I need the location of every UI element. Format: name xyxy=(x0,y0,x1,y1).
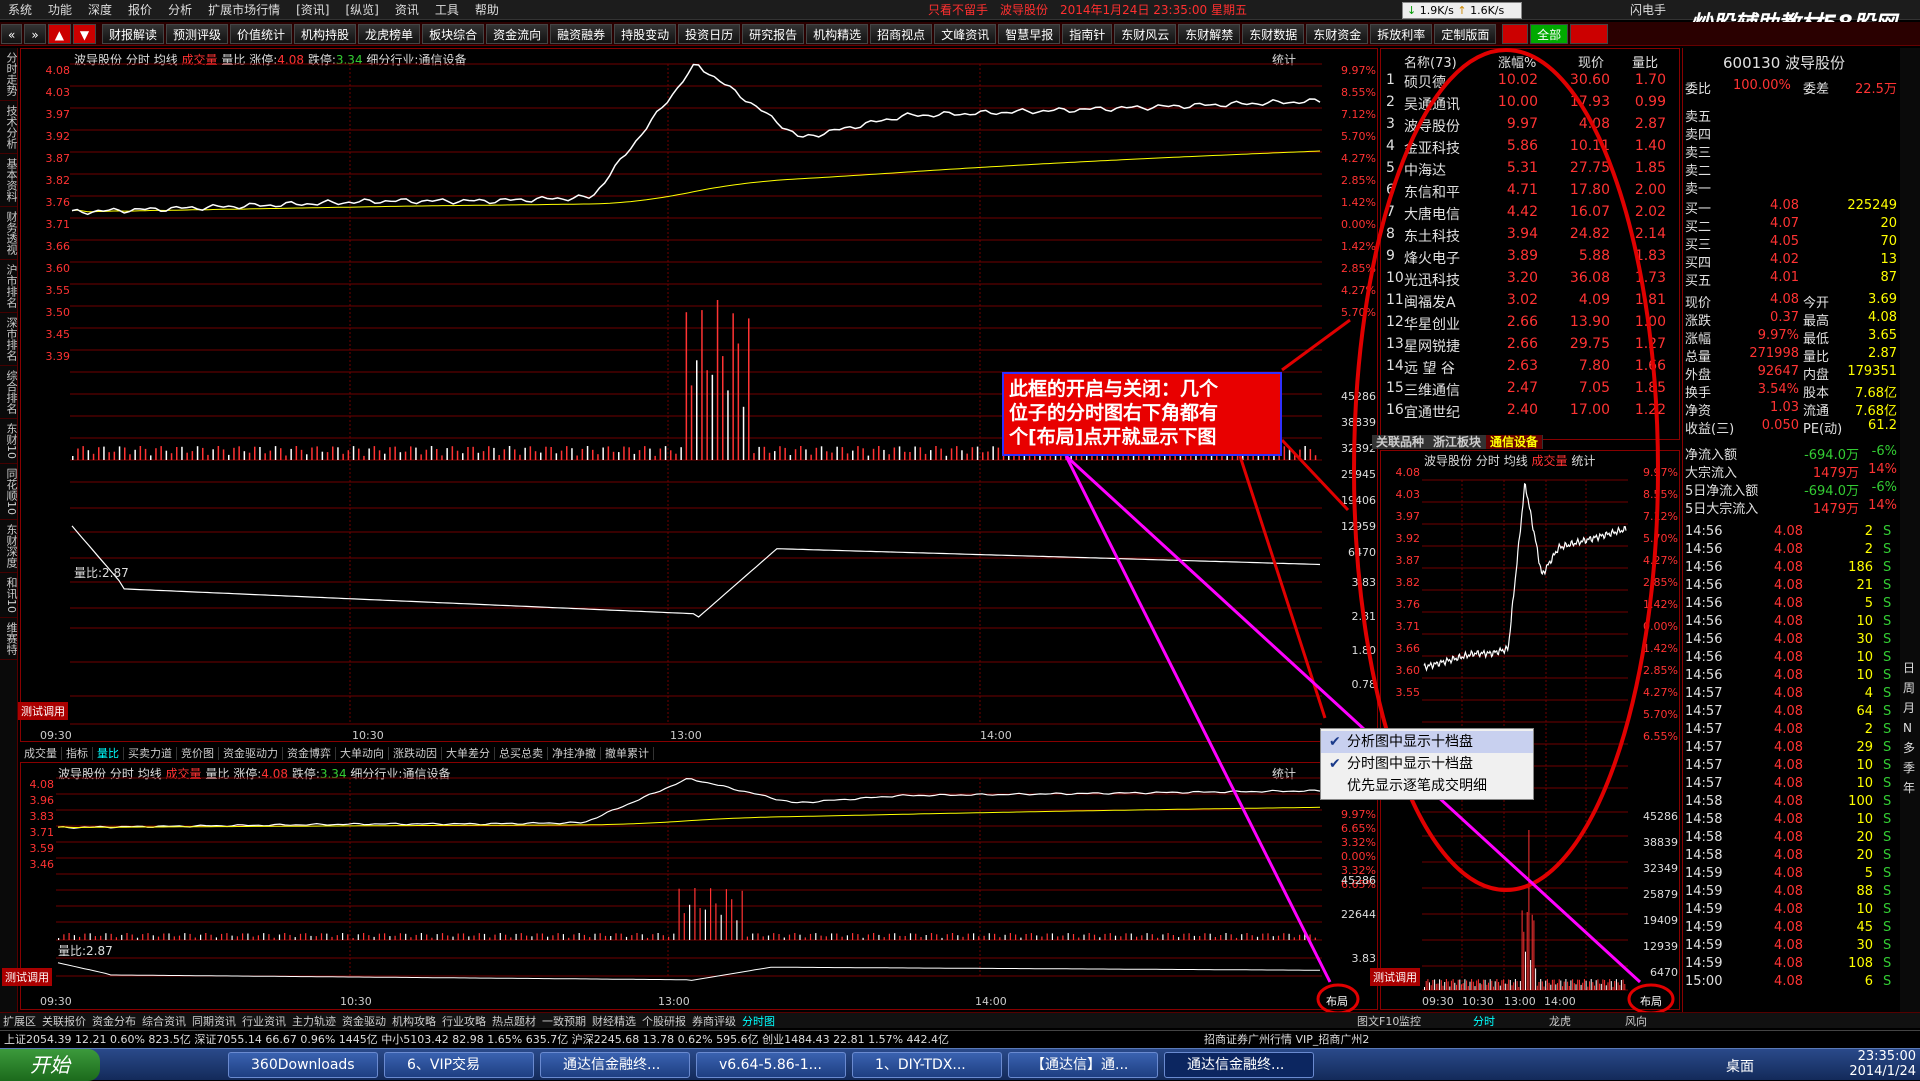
layout-highlight-ellipse-right xyxy=(1627,983,1675,1015)
task-4[interactable]: 1、DIY-TDX... xyxy=(852,1052,1002,1078)
btab-3[interactable]: 综合资讯 xyxy=(139,1015,189,1028)
index-ticker: 上证2054.39 12.21 0.60% 823.5亿 深证7055.14 6… xyxy=(4,1033,950,1046)
btab-10[interactable]: 热点题材 xyxy=(489,1015,539,1028)
btab-2[interactable]: 资金分布 xyxy=(89,1015,139,1028)
menu-show-10-depth-analysis[interactable]: ✔ 分析图中显示十档盘 xyxy=(1321,731,1533,753)
start-button[interactable]: 开始 xyxy=(0,1049,100,1081)
check-icon: ✔ xyxy=(1329,734,1341,750)
clock-date: 2014/1/24 xyxy=(1849,1064,1916,1079)
menu-prefer-tick-detail[interactable]: 优先显示逐笔成交明细 xyxy=(1321,775,1533,797)
server-label: 招商证券广州行情 VIP_招商广州2 xyxy=(1204,1033,1370,1046)
arrow-to-mini xyxy=(1280,438,1350,512)
task-6[interactable]: 通达信金融终... xyxy=(1164,1052,1314,1078)
btab-monitor[interactable]: 监控 xyxy=(1396,1013,1424,1028)
arrow-to-rank xyxy=(1281,318,1351,372)
btab-14[interactable]: 券商评级 xyxy=(689,1015,739,1028)
btab-wind[interactable]: 风向 xyxy=(1622,1013,1650,1028)
btab-dragon[interactable]: 龙虎 xyxy=(1546,1013,1574,1028)
show-desktop[interactable]: 桌面 xyxy=(1726,1056,1754,1076)
btab-12[interactable]: 财经精选 xyxy=(589,1015,639,1028)
task-3[interactable]: v6.64-5.86-1... xyxy=(696,1052,846,1078)
task-1[interactable]: 6、VIP交易 xyxy=(384,1052,534,1078)
annot-line-1: 位子的分时图右下角都有 xyxy=(1009,402,1219,424)
annot-line-0: 此框的开启与关闭：几个 xyxy=(1009,378,1219,400)
status-bar: 上证2054.39 12.21 0.60% 823.5亿 深证7055.14 6… xyxy=(0,1030,1920,1046)
btab-0[interactable]: 扩展区 xyxy=(0,1015,39,1028)
layout-highlight-ellipse-left xyxy=(1316,983,1360,1015)
task-5[interactable]: 【通达信】通... xyxy=(1008,1052,1158,1078)
arrow-to-layout-left xyxy=(1064,455,1332,983)
btab-intraday[interactable]: 分时 xyxy=(1470,1013,1498,1028)
btab-9[interactable]: 行业攻略 xyxy=(439,1015,489,1028)
bottom-tabs: 扩展区 关联报价 资金分布 综合资讯 同期资讯 行业资讯 主力轨迹 资金驱动 机构攻略 行业攻略热… xyxy=(0,1012,1920,1028)
annotation-box: 此框的开启与关闭：几个 位子的分时图右下角都有 个[布局]点开就显示下图 xyxy=(1002,372,1282,456)
btab-4[interactable]: 同期资讯 xyxy=(189,1015,239,1028)
check-icon: ✔ xyxy=(1329,756,1341,772)
btab-1[interactable]: 关联报价 xyxy=(39,1015,89,1028)
menu-show-10-depth-intraday[interactable]: ✔ 分时图中显示十档盘 xyxy=(1321,753,1533,775)
btab-6[interactable]: 主力轨迹 xyxy=(289,1015,339,1028)
task-2[interactable]: 通达信金融终... xyxy=(540,1052,690,1078)
layout-context-menu: ✔ 分析图中显示十档盘 ✔ 分时图中显示十档盘 优先显示逐笔成交明细 xyxy=(1320,728,1534,800)
task-0[interactable]: 360Downloads xyxy=(228,1052,378,1078)
annot-line-2: 个[布局]点开就显示下图 xyxy=(1009,426,1217,448)
btab-5[interactable]: 行业资讯 xyxy=(239,1015,289,1028)
arrow-to-layout-right xyxy=(1064,454,1642,984)
btab-13[interactable]: 个股研报 xyxy=(639,1015,689,1028)
taskbar: 开始 360Downloads 6、VIP交易 通达信金融终... v6.64-… xyxy=(0,1048,1920,1081)
clock-time: 23:35:00 xyxy=(1857,1049,1916,1064)
btab-11[interactable]: 一致预期 xyxy=(539,1015,589,1028)
annotation-overlay xyxy=(1064,48,1675,1015)
btab-7[interactable]: 资金驱动 xyxy=(339,1015,389,1028)
btab-8[interactable]: 机构攻略 xyxy=(389,1015,439,1028)
btab-15[interactable]: 分时图 xyxy=(739,1015,778,1028)
arrow-to-menu xyxy=(1238,455,1327,719)
